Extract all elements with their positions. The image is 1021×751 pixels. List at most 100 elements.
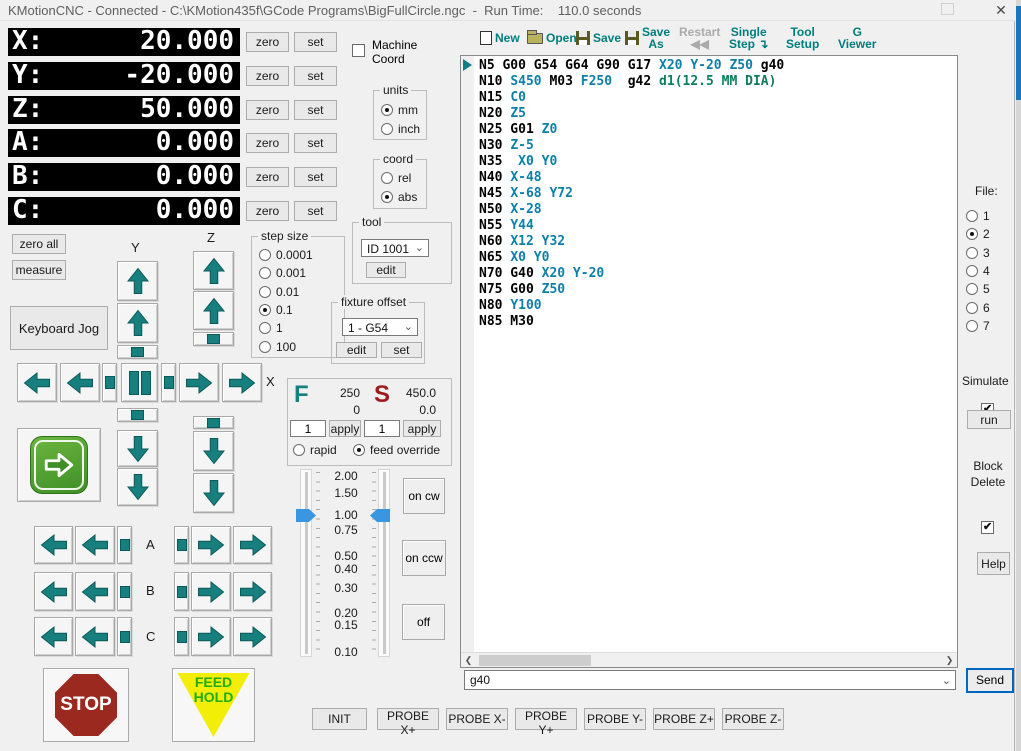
init-button[interactable]: INIT	[312, 708, 367, 730]
units-option-inch[interactable]: inch	[381, 122, 420, 136]
spindle-override-input[interactable]	[364, 420, 400, 437]
fixture-set-button[interactable]: set	[381, 342, 422, 358]
gcode-text[interactable]: N5 G00 G54 G64 G90 G17 X20 Y-20 Z50 g40N…	[479, 58, 784, 330]
machine-coord-checkbox[interactable]	[352, 44, 365, 57]
file-option-7[interactable]: 7	[966, 319, 990, 333]
stop-button[interactable]: STOP	[43, 668, 129, 742]
jog-y-minus-fast-button[interactable]	[117, 468, 158, 506]
zero-z-button[interactable]: zero	[246, 100, 289, 120]
jog-x-plus-button[interactable]	[179, 363, 219, 402]
close-icon[interactable]: ✕	[992, 1, 1010, 19]
gcode-line[interactable]: N15 C0	[479, 90, 784, 106]
jog-b-minus-button[interactable]	[75, 572, 115, 611]
feed-slider-thumb[interactable]	[296, 509, 316, 522]
gcode-line[interactable]: N65 X0 Y0	[479, 250, 784, 266]
gcode-line[interactable]: N50 X-28	[479, 202, 784, 218]
jog-a-minus-step-button[interactable]	[117, 526, 132, 564]
jog-z-plus-fast-button[interactable]	[193, 251, 234, 290]
gcode-line[interactable]: N10 S450 M03 F250 g42 d1(12.5 MM DIA)	[479, 74, 784, 90]
spindle-apply-button[interactable]: apply	[403, 420, 441, 437]
jog-z-minus-step-button[interactable]	[193, 416, 234, 429]
zero-y-button[interactable]: zero	[246, 66, 289, 86]
gcode-line[interactable]: N30 Z-5	[479, 138, 784, 154]
g-viewer-button[interactable]: G Viewer	[838, 25, 876, 51]
scrollbar-thumb[interactable]	[479, 655, 591, 666]
jog-pause-button[interactable]	[121, 363, 158, 402]
probe-button-probe-x-[interactable]: PROBE X+	[377, 708, 439, 730]
jog-b-minus-fast-button[interactable]	[34, 572, 73, 611]
jog-x-minus-step-button[interactable]	[102, 363, 117, 402]
set-y-button[interactable]: set	[294, 66, 337, 86]
file-option-3[interactable]: 3	[966, 246, 990, 260]
jog-b-minus-step-button[interactable]	[117, 572, 132, 611]
single-step-button[interactable]: Single Step ↴	[729, 25, 768, 51]
step-size-option-100[interactable]: 100	[259, 340, 296, 354]
spindle-on-ccw-button[interactable]: on ccw	[402, 540, 446, 576]
feed-mode-option-rapid[interactable]: rapid	[293, 443, 337, 457]
jog-y-plus-button[interactable]	[117, 303, 158, 343]
keyboard-jog-button[interactable]: Keyboard Jog	[10, 306, 108, 350]
gcode-line[interactable]: N70 G40 X20 Y-20	[479, 266, 784, 282]
send-button[interactable]: Send	[966, 668, 1014, 693]
set-b-button[interactable]: set	[294, 167, 337, 187]
feed-override-slider[interactable]	[300, 469, 312, 657]
cycle-start-button[interactable]	[17, 428, 101, 502]
gcode-line[interactable]: N25 G01 Z0	[479, 122, 784, 138]
measure-button[interactable]: measure	[12, 260, 66, 280]
probe-button-probe-y-[interactable]: PROBE Y-	[584, 708, 646, 730]
gcode-line[interactable]: N35 X0 Y0	[479, 154, 784, 170]
help-button[interactable]: Help	[977, 552, 1010, 575]
jog-a-plus-step-button[interactable]	[174, 526, 189, 564]
block-delete-checkbox[interactable]	[981, 521, 994, 534]
zero-a-button[interactable]: zero	[246, 133, 289, 153]
tool-setup-button[interactable]: Tool Setup	[786, 25, 819, 51]
step-size-option-0-0001[interactable]: 0.0001	[259, 248, 313, 262]
jog-x-plus-fast-button[interactable]	[222, 363, 262, 402]
jog-a-minus-button[interactable]	[75, 526, 115, 564]
jog-x-minus-fast-button[interactable]	[17, 363, 57, 402]
jog-x-plus-step-button[interactable]	[161, 363, 176, 402]
set-z-button[interactable]: set	[294, 100, 337, 120]
gcode-editor[interactable]: N5 G00 G54 G64 G90 G17 X20 Y-20 Z50 g40N…	[460, 55, 958, 668]
jog-y-minus-step-button[interactable]	[117, 408, 158, 422]
jog-y-plus-step-button[interactable]	[117, 345, 158, 359]
set-c-button[interactable]: set	[294, 201, 337, 221]
probe-button-probe-z-[interactable]: PROBE Z-	[722, 708, 784, 730]
jog-a-plus-button[interactable]	[191, 526, 231, 564]
step-size-option-0-01[interactable]: 0.01	[259, 285, 299, 299]
jog-z-plus-step-button[interactable]	[193, 332, 234, 346]
file-option-4[interactable]: 4	[966, 264, 990, 278]
fixture-offset-select[interactable]: 1 - G54⌄	[342, 318, 418, 336]
jog-b-plus-fast-button[interactable]	[233, 572, 272, 611]
file-option-6[interactable]: 6	[966, 301, 990, 315]
title-bar[interactable]: KMotionCNC - Connected - C:\KMotion435f\…	[0, 0, 1015, 21]
feed-apply-button[interactable]: apply	[329, 420, 361, 437]
set-x-button[interactable]: set	[294, 32, 337, 52]
jog-z-minus-button[interactable]	[193, 431, 234, 471]
jog-z-plus-button[interactable]	[193, 291, 234, 330]
feed-mode-option-feed-override[interactable]: feed override	[353, 443, 440, 457]
gcode-line[interactable]: N20 Z5	[479, 106, 784, 122]
spindle-override-slider[interactable]	[378, 469, 390, 657]
step-size-option-0-001[interactable]: 0.001	[259, 266, 306, 280]
coord-option-rel[interactable]: rel	[381, 171, 411, 185]
gcode-line[interactable]: N5 G00 G54 G64 G90 G17 X20 Y-20 Z50 g40	[479, 58, 784, 74]
jog-b-plus-button[interactable]	[191, 572, 231, 611]
jog-c-plus-fast-button[interactable]	[233, 617, 272, 656]
jog-z-minus-fast-button[interactable]	[193, 473, 234, 513]
jog-c-minus-fast-button[interactable]	[34, 617, 73, 656]
step-size-option-0-1[interactable]: 0.1	[259, 303, 293, 317]
zero-c-button[interactable]: zero	[246, 201, 289, 221]
mdi-command-combobox[interactable]: g40 ⌄	[464, 670, 956, 690]
tool-edit-button[interactable]: edit	[366, 262, 406, 278]
gcode-line[interactable]: N45 X-68 Y72	[479, 186, 784, 202]
save-button[interactable]: Save	[576, 25, 621, 51]
gcode-line[interactable]: N80 Y100	[479, 298, 784, 314]
save-as-button[interactable]: Save As	[625, 25, 670, 51]
zero-all-button[interactable]: zero all	[12, 234, 66, 254]
jog-a-plus-fast-button[interactable]	[233, 526, 272, 564]
gcode-line[interactable]: N85 M30	[479, 314, 784, 330]
spindle-on-cw-button[interactable]: on cw	[403, 478, 445, 514]
open-button[interactable]: Open	[527, 25, 577, 51]
gcode-hscrollbar[interactable]: ❮ ❯	[461, 652, 957, 667]
